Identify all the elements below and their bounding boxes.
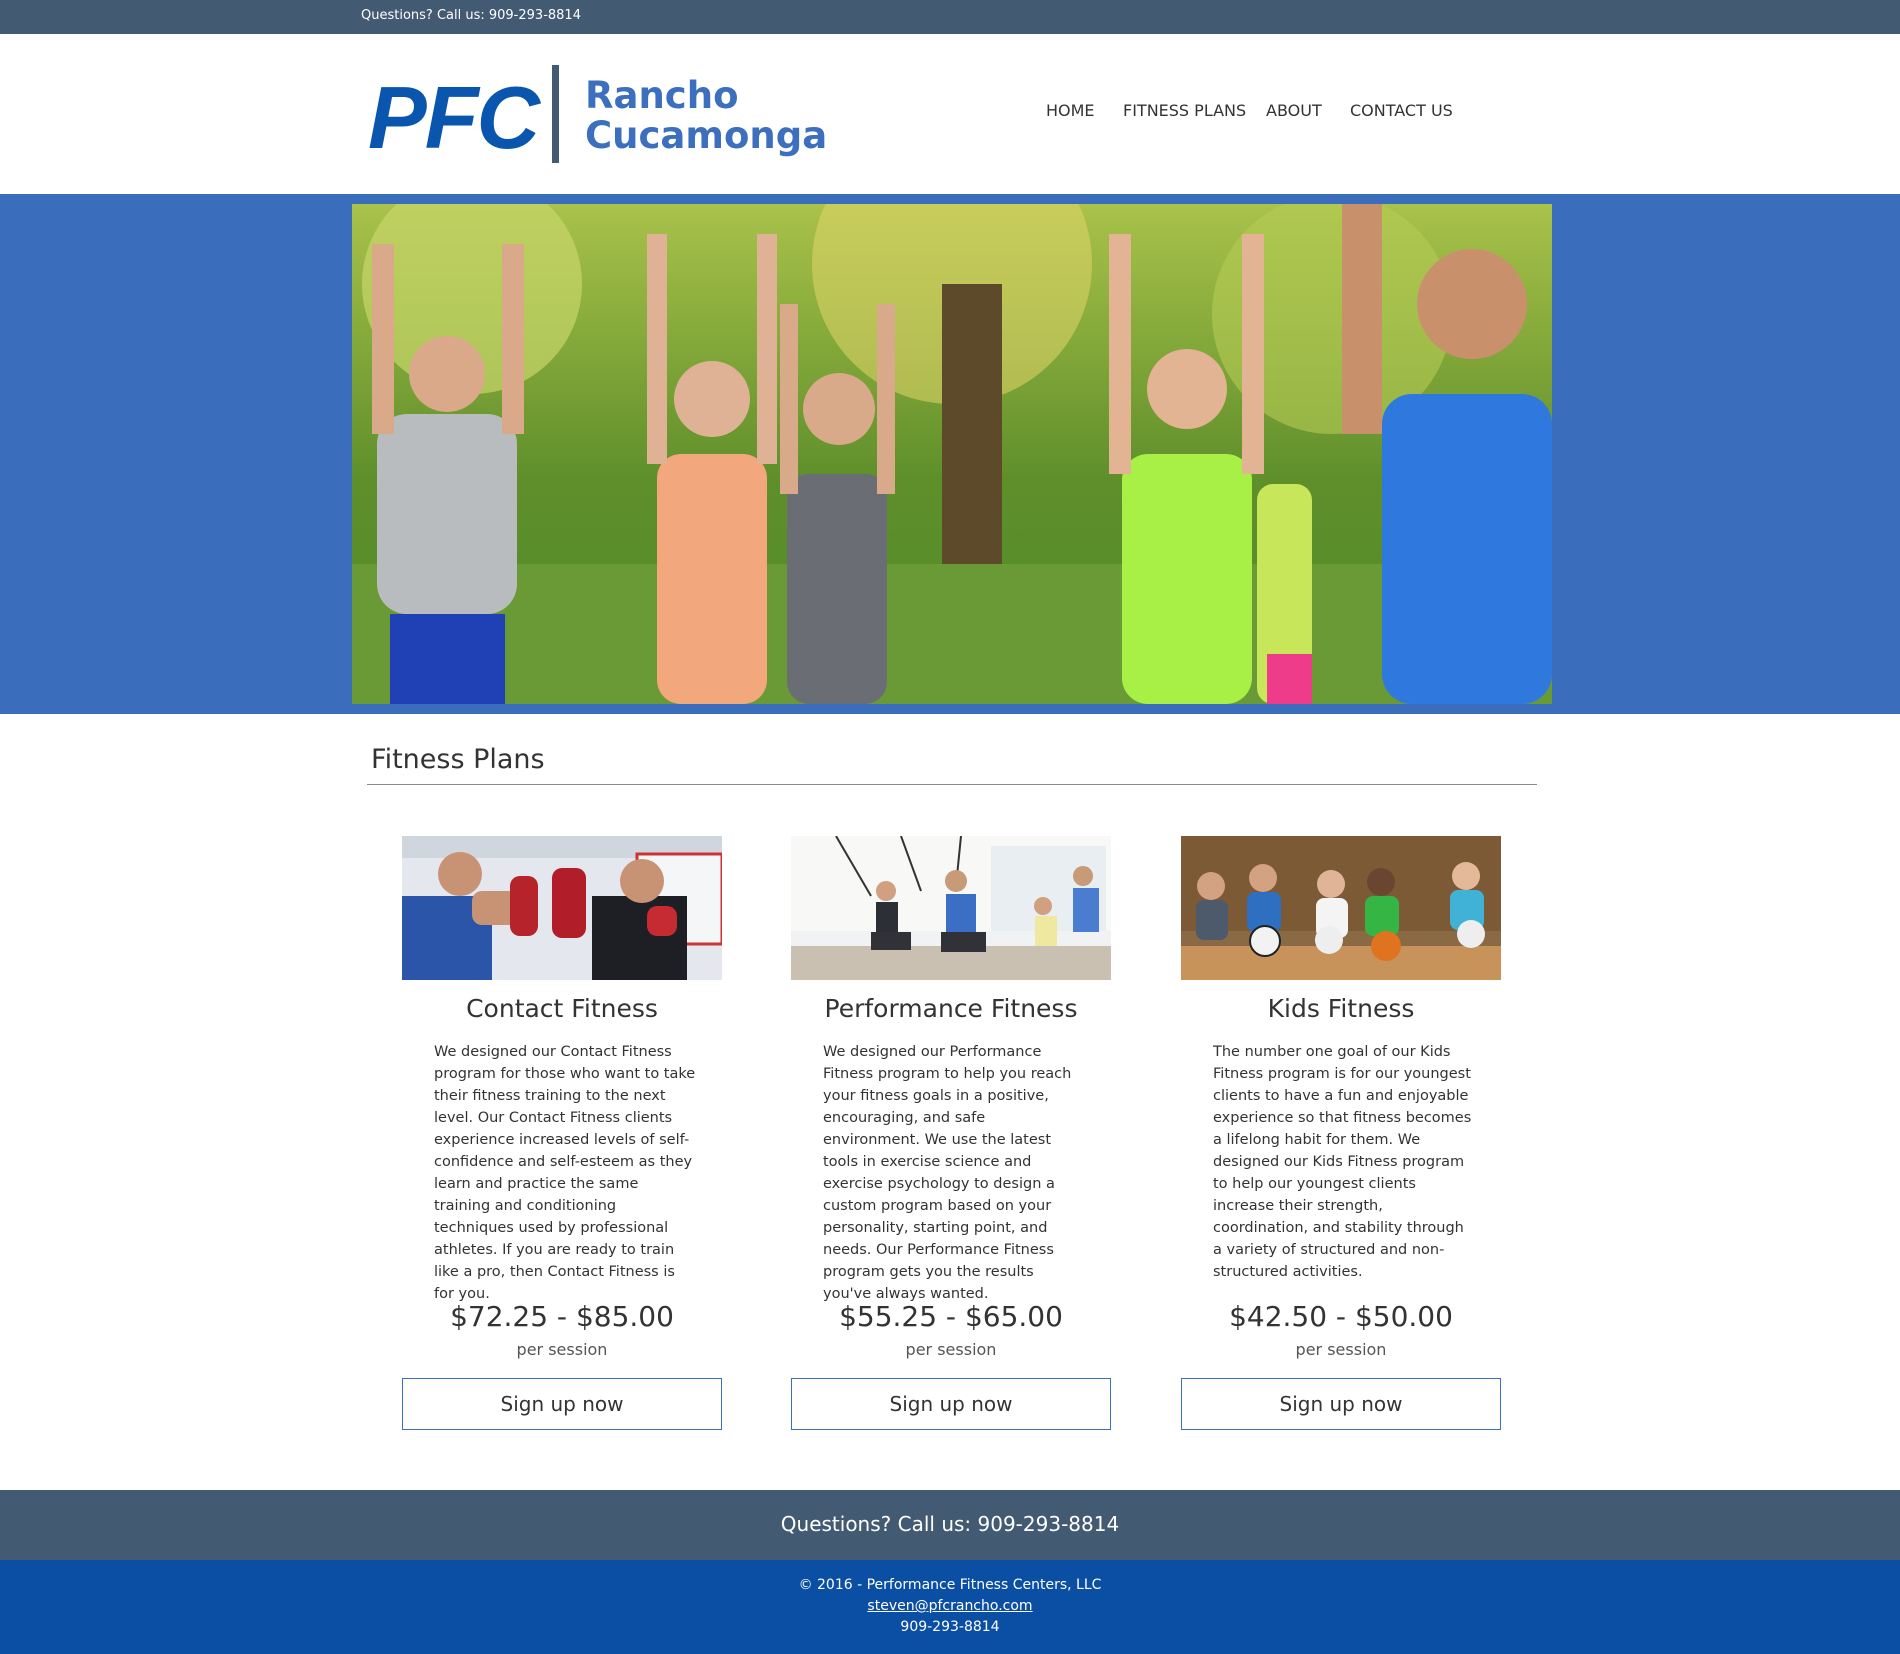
section-title: Fitness Plans <box>371 744 545 775</box>
footer-question-text: Questions? Call us: 909-293-8814 <box>780 1512 1120 1536</box>
nav-contact-us[interactable]: CONTACT US <box>1350 101 1453 120</box>
logo-divider <box>552 65 559 163</box>
logo-brand: PFC <box>368 68 540 167</box>
logo-city: Rancho Cucamonga <box>585 76 827 156</box>
kids-fitness-description: The number one goal of our Kids Fitness … <box>1213 1044 1472 1280</box>
performance-fitness-per-session: per session <box>905 1340 997 1359</box>
top-bar: Questions? Call us: 909-293-8814 <box>0 0 1900 34</box>
hero-image <box>352 204 1552 704</box>
contact-fitness-price: $72.25 - $85.00 <box>450 1300 674 1333</box>
kids-fitness-title: Kids Fitness <box>1267 994 1415 1023</box>
footer-email-link[interactable]: steven@pfcrancho.com <box>867 1598 1032 1614</box>
contact-fitness-signup-button[interactable]: Sign up now <box>402 1378 722 1430</box>
nav-fitness-plans[interactable]: FITNESS PLANS <box>1123 101 1246 120</box>
footer-question-bar: Questions? Call us: 909-293-8814 <box>0 1490 1900 1560</box>
nav-home[interactable]: HOME <box>1046 101 1095 120</box>
top-phone-text: Questions? Call us: 909-293-8814 <box>361 8 581 23</box>
performance-fitness-signup-button[interactable]: Sign up now <box>791 1378 1111 1430</box>
site-header: PFC Rancho Cucamonga HOME FITNESS PLANS … <box>0 34 1900 194</box>
footer: © 2016 - Performance Fitness Centers, LL… <box>0 1560 1900 1654</box>
contact-fitness-per-session: per session <box>516 1340 608 1359</box>
kids-fitness-signup-button[interactable]: Sign up now <box>1181 1378 1501 1430</box>
contact-fitness-image <box>402 836 722 980</box>
logo-city-line2: Cucamonga <box>585 114 828 157</box>
nav-about[interactable]: ABOUT <box>1266 101 1322 120</box>
footer-copyright: © 2016 - Performance Fitness Centers, LL… <box>798 1577 1102 1593</box>
kids-fitness-per-session: per session <box>1295 1340 1387 1359</box>
performance-fitness-image <box>791 836 1111 980</box>
contact-fitness-description: We designed our Contact Fitness program … <box>434 1044 696 1302</box>
performance-fitness-title: Performance Fitness <box>824 994 1078 1023</box>
section-divider <box>367 784 1537 785</box>
logo-city-line1: Rancho <box>585 74 739 117</box>
performance-fitness-description: We designed our Performance Fitness prog… <box>823 1044 1072 1302</box>
footer-phone: 909-293-8814 <box>900 1619 1000 1635</box>
kids-fitness-image <box>1181 836 1501 980</box>
kids-fitness-price: $42.50 - $50.00 <box>1229 1300 1453 1333</box>
contact-fitness-title: Contact Fitness <box>466 994 658 1023</box>
performance-fitness-price: $55.25 - $65.00 <box>839 1300 1063 1333</box>
